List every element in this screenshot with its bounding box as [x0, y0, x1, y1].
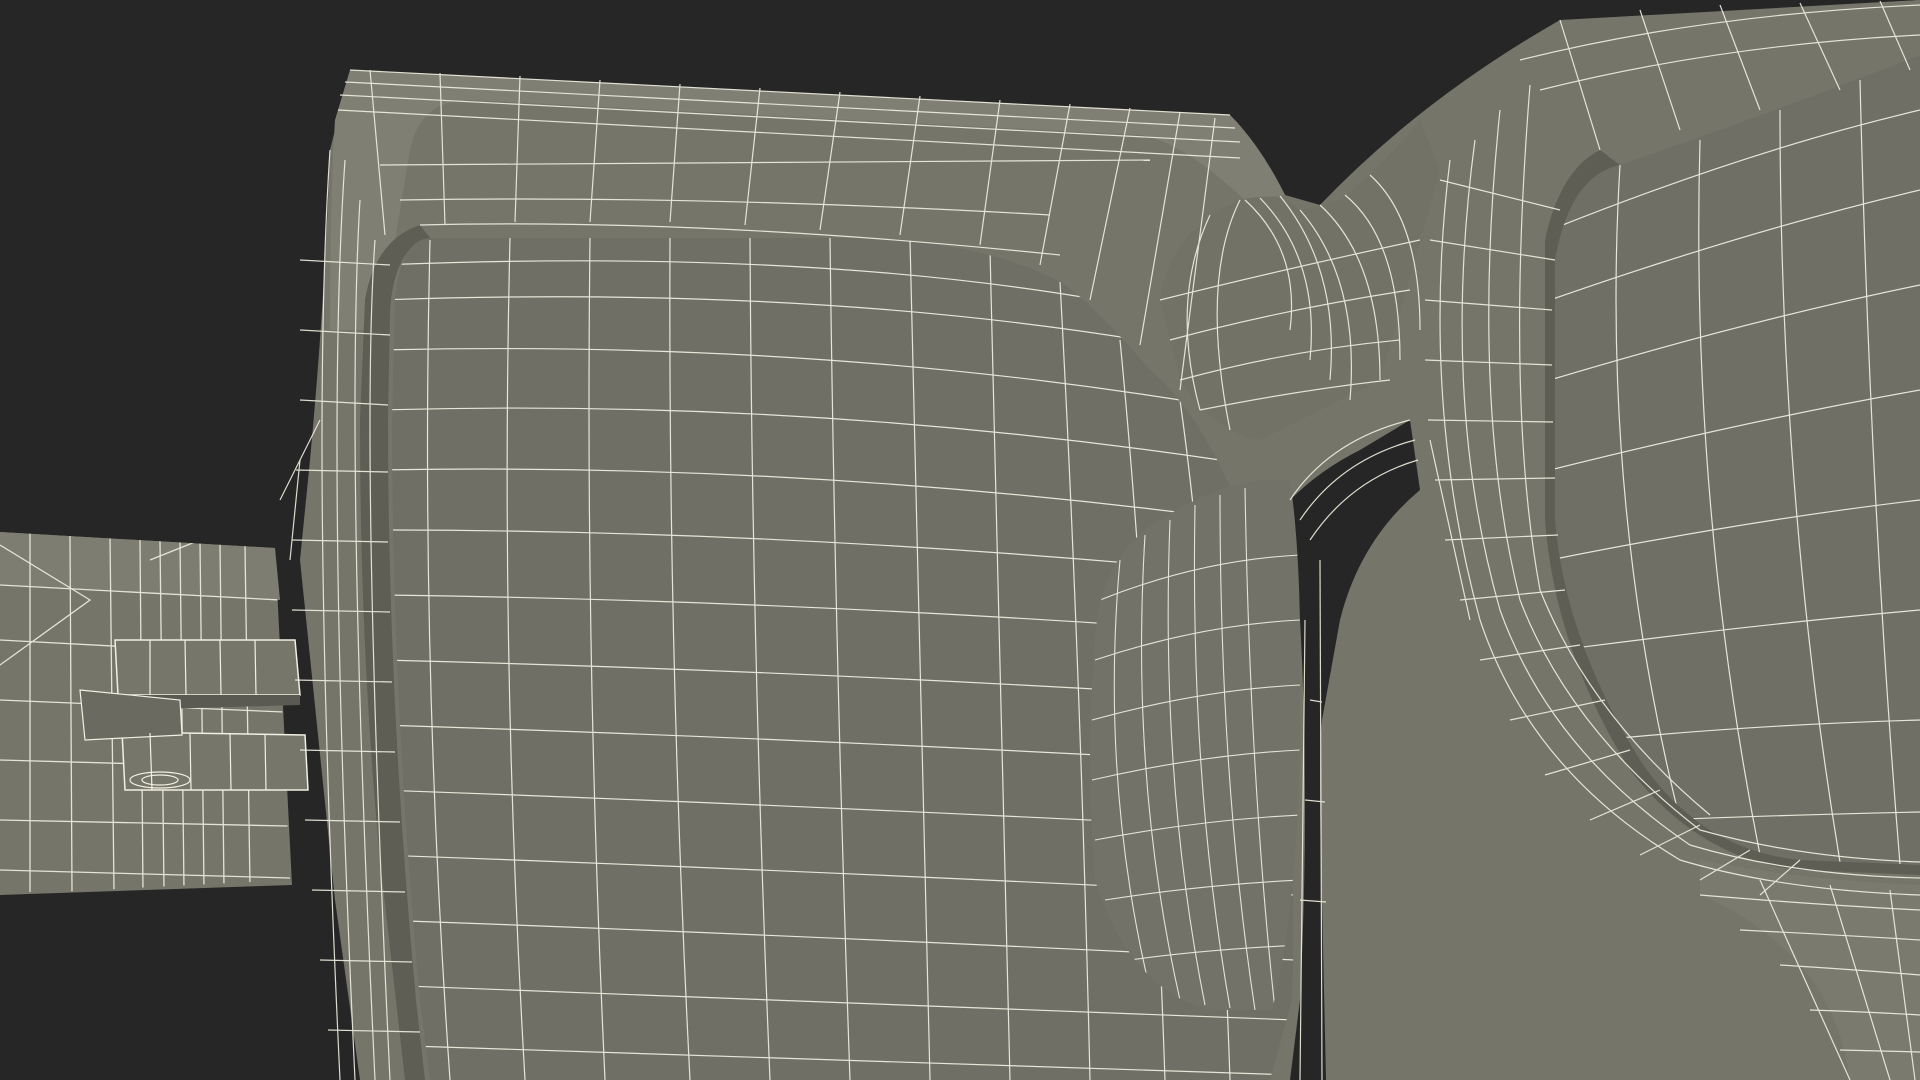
nose-pad: [1090, 479, 1301, 1010]
viewport-canvas: [0, 0, 1920, 1080]
